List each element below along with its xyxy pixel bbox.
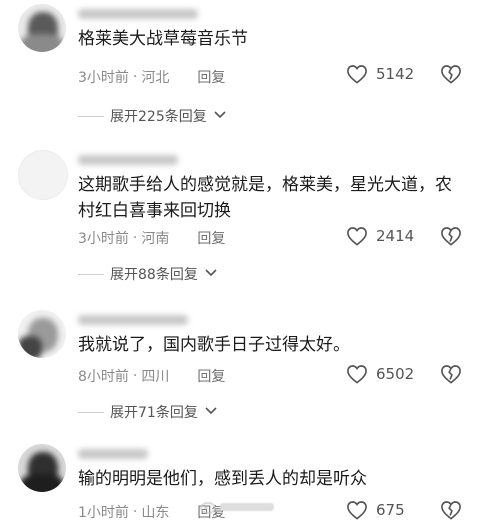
separator-dot: ·: [132, 368, 138, 384]
separator-dot: ·: [132, 504, 138, 520]
comment-text: 输的明明是他们，感到丢人的却是听众: [78, 469, 367, 489]
avatar[interactable]: [18, 444, 66, 492]
avatar[interactable]: [18, 4, 66, 52]
separator-dot: ·: [132, 69, 138, 85]
dislike-button[interactable]: [440, 364, 462, 384]
divider-line: [78, 411, 104, 413]
avatar[interactable]: [18, 310, 66, 358]
reply-button[interactable]: 回复: [197, 366, 225, 386]
chevron-down-icon: [204, 266, 218, 282]
chevron-down-icon: [213, 108, 227, 124]
heart-outline-icon: [346, 364, 368, 384]
username-blurred: [78, 314, 198, 328]
comment-item: 格莱美大战草莓音乐节 3小时前 · 河北 回复 5142 展开225条回复: [0, 0, 480, 140]
comment-text: 格莱美大战草莓音乐节: [78, 29, 248, 49]
like-count: 2414: [376, 227, 415, 245]
separator-dot: ·: [132, 230, 138, 246]
like-count: 6502: [376, 365, 415, 383]
expand-replies-button[interactable]: 展开71条回复: [78, 402, 218, 422]
expand-replies-label: 展开71条回复: [110, 405, 198, 421]
comment-time: 3小时前: [78, 231, 129, 247]
comment-time: 1小时前: [78, 505, 129, 521]
broken-heart-icon: [440, 364, 462, 384]
divider-line: [78, 115, 104, 117]
expand-replies-label: 展开88条回复: [110, 267, 198, 283]
comment-location: 河北: [141, 70, 170, 86]
expand-replies-button[interactable]: 展开88条回复: [78, 264, 218, 284]
like-button[interactable]: 675: [346, 500, 405, 520]
username-blurred: [78, 8, 198, 22]
heart-outline-icon: [346, 500, 368, 520]
expand-replies-label: 展开225条回复: [110, 109, 207, 125]
dislike-button[interactable]: [440, 226, 462, 246]
username-blurred: [78, 448, 198, 462]
heart-outline-icon: [346, 226, 368, 246]
broken-heart-icon: [440, 500, 462, 520]
dislike-button[interactable]: [440, 500, 462, 520]
broken-heart-icon: [440, 64, 462, 84]
comment-meta: 8小时前 · 四川 回复: [78, 366, 225, 386]
comment-location: 四川: [141, 369, 170, 385]
heart-outline-icon: [346, 64, 368, 84]
comment-time: 8小时前: [78, 369, 129, 385]
like-button[interactable]: 2414: [346, 226, 414, 246]
comment-time: 3小时前: [78, 70, 129, 86]
broken-heart-icon: [440, 226, 462, 246]
like-count: 5142: [376, 65, 415, 83]
username-blurred: [78, 154, 198, 168]
comment-location: 山东: [141, 505, 170, 521]
comment-location: 河南: [141, 231, 170, 247]
comment-meta: 3小时前 · 河南 回复: [78, 228, 225, 248]
avatar[interactable]: [18, 150, 68, 200]
like-button[interactable]: 5142: [346, 64, 414, 84]
chevron-down-icon: [204, 404, 218, 420]
comment-text: 我就说了，国内歌手日子过得太好。: [78, 335, 350, 355]
expand-replies-button[interactable]: 展开225条回复: [78, 106, 227, 126]
like-button[interactable]: 6502: [346, 364, 414, 384]
watermark-logo: [200, 500, 274, 514]
dislike-button[interactable]: [440, 64, 462, 84]
reply-button[interactable]: 回复: [197, 228, 225, 248]
comment-text: 这期歌手给人的感觉就是，格莱美，星光大道，农村红白喜事来回切换: [78, 175, 452, 221]
divider-line: [78, 273, 104, 275]
comment-item: 这期歌手给人的感觉就是，格莱美，星光大道，农村红白喜事来回切换 3小时前 · 河…: [0, 146, 480, 286]
like-count: 675: [376, 501, 405, 519]
comment-item: 我就说了，国内歌手日子过得太好。 8小时前 · 四川 回复 6502 展开71条…: [0, 306, 480, 446]
reply-button[interactable]: 回复: [197, 67, 225, 87]
comment-meta: 3小时前 · 河北 回复: [78, 67, 225, 87]
